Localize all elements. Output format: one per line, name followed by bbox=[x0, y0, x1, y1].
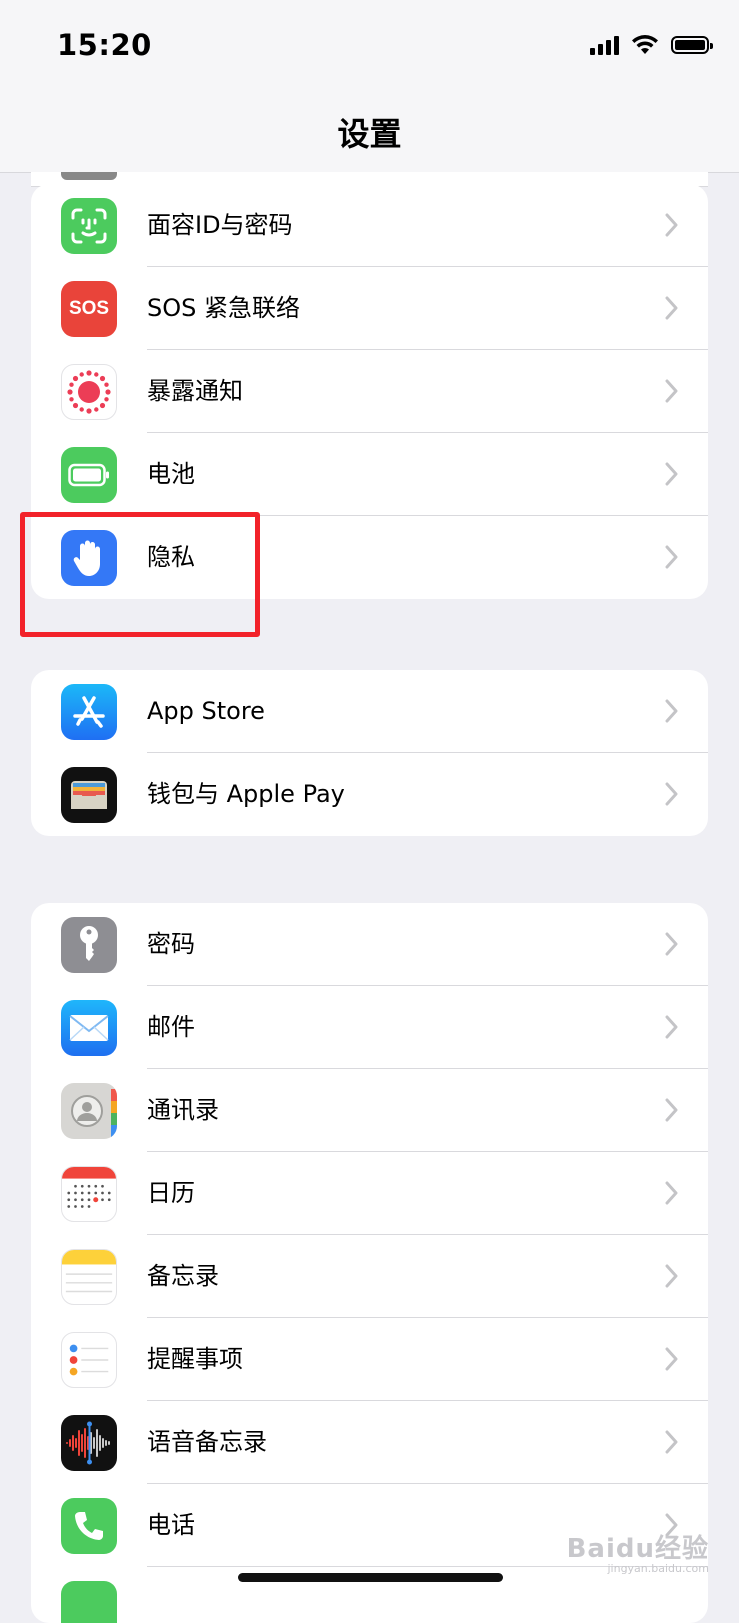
settings-row-passwords[interactable]: 密码 bbox=[31, 903, 708, 986]
notes-icon bbox=[61, 1249, 117, 1305]
chevron-right-icon bbox=[665, 296, 678, 320]
settings-row-label: 电话 bbox=[147, 1511, 195, 1539]
status-time: 15:20 bbox=[57, 28, 152, 62]
key-icon bbox=[61, 917, 117, 973]
reminders-icon bbox=[61, 1332, 117, 1388]
settings-row-label: 语音备忘录 bbox=[147, 1428, 267, 1456]
watermark: Baidu经验 bbox=[566, 1534, 709, 1564]
chevron-right-icon bbox=[665, 379, 678, 403]
settings-row-label: 钱包与 Apple Pay bbox=[147, 780, 345, 808]
highlight-annotation-box bbox=[20, 512, 260, 637]
chevron-right-icon bbox=[665, 699, 678, 723]
chevron-right-icon bbox=[665, 1181, 678, 1205]
chevron-right-icon bbox=[665, 1264, 678, 1288]
wifi-icon bbox=[632, 35, 658, 54]
watermark-url: jingyan.baidu.com bbox=[607, 1562, 709, 1575]
chevron-right-icon bbox=[665, 1430, 678, 1454]
sos-icon: SOS bbox=[61, 281, 117, 337]
wallet-icon bbox=[61, 767, 117, 823]
calendar-icon bbox=[61, 1166, 117, 1222]
chevron-right-icon bbox=[665, 1347, 678, 1371]
home-indicator[interactable] bbox=[238, 1573, 503, 1582]
settings-row-label: 日历 bbox=[147, 1179, 195, 1207]
settings-row-app-store[interactable]: App Store bbox=[31, 670, 708, 753]
settings-row-label: 暴露通知 bbox=[147, 377, 243, 405]
messages-icon bbox=[61, 1581, 117, 1623]
settings-row-reminders[interactable]: 提醒事项 bbox=[31, 1318, 708, 1401]
mail-icon bbox=[61, 1000, 117, 1056]
settings-group-3: 密码 邮件 通讯录 日历 备忘录 提醒事项 语音备忘录 电话 bbox=[31, 903, 708, 1623]
settings-row-label: 邮件 bbox=[147, 1013, 195, 1041]
settings-row-sos[interactable]: SOS SOS 紧急联络 bbox=[31, 267, 708, 350]
settings-row-label: 密码 bbox=[147, 930, 195, 958]
exposure-notification-icon bbox=[61, 364, 117, 420]
chevron-right-icon bbox=[665, 213, 678, 237]
settings-row-battery[interactable]: 电池 bbox=[31, 433, 708, 516]
chevron-right-icon bbox=[665, 545, 678, 569]
chevron-right-icon bbox=[665, 1098, 678, 1122]
settings-row-face-id[interactable]: 面容ID与密码 bbox=[31, 184, 708, 267]
chevron-right-icon bbox=[665, 932, 678, 956]
chevron-right-icon bbox=[665, 1015, 678, 1039]
settings-row-notes[interactable]: 备忘录 bbox=[31, 1235, 708, 1318]
page-title: 设置 bbox=[337, 115, 402, 153]
face-id-icon bbox=[61, 198, 117, 254]
app-store-icon bbox=[61, 684, 117, 740]
contacts-icon bbox=[61, 1083, 117, 1139]
settings-row-label: 面容ID与密码 bbox=[147, 211, 293, 239]
chevron-right-icon bbox=[665, 782, 678, 806]
status-bar: 15:20 bbox=[0, 0, 739, 95]
phone-icon bbox=[61, 1498, 117, 1554]
settings-row-voice-memos[interactable]: 语音备忘录 bbox=[31, 1401, 708, 1484]
cellular-signal-icon bbox=[590, 35, 619, 55]
navigation-bar: 设置 bbox=[0, 95, 739, 173]
chevron-right-icon bbox=[665, 462, 678, 486]
settings-row-label: App Store bbox=[147, 697, 265, 725]
settings-row-label: 提醒事项 bbox=[147, 1345, 243, 1373]
settings-row-label: 备忘录 bbox=[147, 1262, 219, 1290]
settings-row-exposure-notification[interactable]: 暴露通知 bbox=[31, 350, 708, 433]
partial-icon bbox=[61, 172, 117, 180]
settings-row-label: SOS 紧急联络 bbox=[147, 294, 300, 322]
status-icons bbox=[590, 34, 713, 55]
settings-row-calendar[interactable]: 日历 bbox=[31, 1152, 708, 1235]
settings-row-label: 通讯录 bbox=[147, 1096, 219, 1124]
settings-row-mail[interactable]: 邮件 bbox=[31, 986, 708, 1069]
voice-memos-icon bbox=[61, 1415, 117, 1471]
settings-row-wallet[interactable]: 钱包与 Apple Pay bbox=[31, 753, 708, 836]
settings-group-2: App Store 钱包与 Apple Pay bbox=[31, 670, 708, 836]
settings-row-contacts[interactable]: 通讯录 bbox=[31, 1069, 708, 1152]
battery-status-icon bbox=[671, 35, 713, 54]
settings-row-label: 电池 bbox=[147, 460, 195, 488]
battery-icon bbox=[61, 447, 117, 503]
